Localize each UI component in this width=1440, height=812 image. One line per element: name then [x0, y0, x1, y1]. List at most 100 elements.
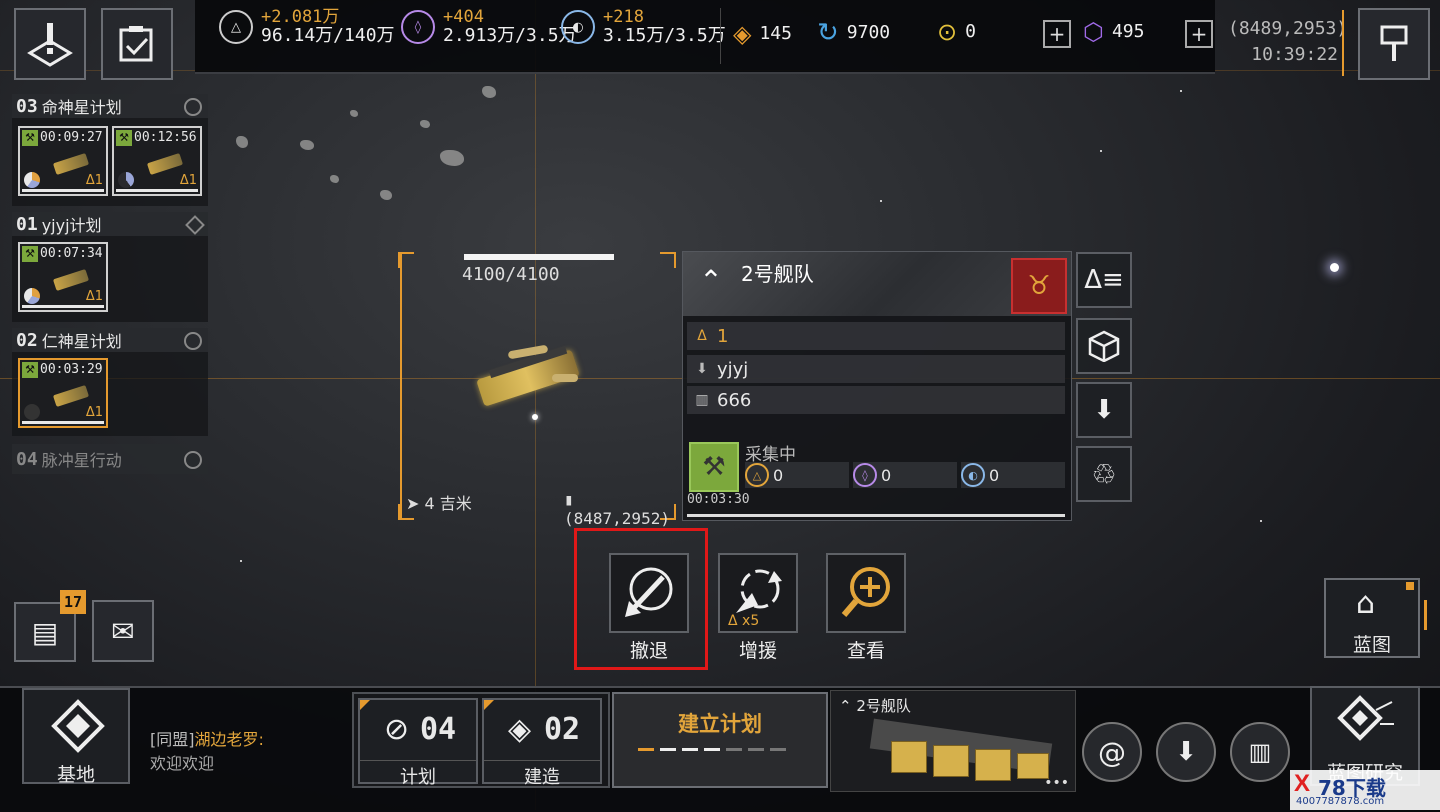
- plan-header-03[interactable]: 03 命神星计划: [12, 94, 208, 118]
- base-icon: [51, 699, 105, 753]
- alert-button[interactable]: [14, 8, 86, 80]
- resource-ore[interactable]: △ +2.081万 96.14万/140万: [219, 8, 395, 46]
- plan-status-icon: [184, 451, 202, 469]
- add-premium-button[interactable]: +: [1185, 20, 1213, 48]
- crystal-icon: ◊: [853, 463, 877, 487]
- chat-preview[interactable]: [同盟]湖边老罗: 欢迎欢迎: [150, 728, 264, 776]
- fleet-level: Δ1: [85, 405, 103, 420]
- mining-icon: ⚒: [22, 130, 38, 146]
- resource-gain: +218: [603, 7, 644, 27]
- resource-amount: 3.15万/3.5万: [603, 25, 726, 46]
- add-tokens-button[interactable]: +: [1043, 20, 1071, 48]
- fleet-formation-button[interactable]: Δ≡: [1076, 252, 1132, 308]
- target-coords[interactable]: ▮ (8487,2952): [564, 490, 676, 528]
- fleet-card[interactable]: ⚒ 00:12:56 Δ1: [112, 126, 202, 196]
- chat-user: 湖边老罗:: [194, 730, 264, 749]
- plans-label: 计划: [360, 760, 476, 789]
- fleet-elapsed: 00:03:30: [687, 492, 750, 507]
- fleet-preview-title: ⌃ 2号舰队: [839, 697, 911, 715]
- retreat-icon: [625, 567, 673, 617]
- plan-status-icon: [185, 215, 205, 235]
- return-icon: ⬇: [1093, 395, 1115, 425]
- fleet-card[interactable]: ⚒ 00:09:27 Δ1: [18, 126, 108, 196]
- bookmark-button[interactable]: [1358, 8, 1430, 80]
- premium-value: 495: [1111, 21, 1145, 42]
- plan-header-04[interactable]: 04 脉冲星行动: [12, 444, 208, 474]
- flag-icon: [1380, 25, 1408, 61]
- resource-gain: +2.081万: [261, 7, 340, 27]
- blueprint-label: 蓝图: [1352, 634, 1391, 656]
- blueprint-button[interactable]: ⌂ 蓝图: [1324, 578, 1420, 658]
- power-icon: ▥: [695, 392, 709, 408]
- fleet-power-row: ▥ 666: [687, 386, 1065, 414]
- fleet-level: Δ1: [85, 289, 103, 304]
- plan-header-01[interactable]: 01 yjyj计划: [12, 212, 208, 236]
- rank-display: ◈ 145: [733, 20, 792, 48]
- mining-status-icon: ⚒: [689, 442, 739, 492]
- fleet-return-button[interactable]: ⬇: [1076, 382, 1132, 438]
- rank-value: 145: [759, 23, 792, 44]
- alliance-button[interactable]: ▥: [1230, 722, 1290, 782]
- fleet-info-panel: ⌃ 2号舰队 ♉ Δ 1 ⬇ yjyj ▥ 666 ⚒ 采集中 △ 0 ◊ 0 …: [682, 251, 1072, 521]
- fleet-owner-row: ⬇ yjyj: [687, 355, 1065, 383]
- checklist-icon: [119, 26, 153, 62]
- reinforce-button[interactable]: Δ x5: [718, 553, 798, 633]
- alert-icon: [27, 23, 73, 67]
- galaxy-button[interactable]: @: [1082, 722, 1142, 782]
- fleet-emblem-icon: ♉: [1011, 258, 1067, 314]
- view-icon: [841, 567, 890, 617]
- galaxy-icon: @: [1098, 735, 1126, 769]
- fleet-cargo-button[interactable]: [1076, 318, 1132, 374]
- fleet-name: 2号舰队: [741, 262, 814, 286]
- report-icon: ▤: [31, 615, 59, 649]
- hp-bar-fill: [464, 254, 614, 260]
- formation-icon: Δ≡: [1084, 265, 1124, 295]
- gather-crystal: ◊ 0: [853, 462, 957, 488]
- target-frame[interactable]: 4100/4100 ➤ 4 吉米 ▮ (8487,2952): [398, 252, 676, 528]
- fleet-power-value: 666: [717, 389, 752, 411]
- resource-pie-icon: [24, 404, 40, 420]
- retreat-button[interactable]: [609, 553, 689, 633]
- base-label: 基地: [56, 764, 95, 786]
- resource-gain: +404: [443, 7, 484, 27]
- resource-crystal[interactable]: ◊ +404 2.913万/3.5万: [401, 8, 577, 46]
- resource-amount: 2.913万/3.5万: [443, 25, 577, 46]
- blueprint-icon: ⌂: [1356, 586, 1376, 621]
- watermark-logo: X 78下载 4007787878.com: [1290, 770, 1440, 810]
- cursor-icon: ➤: [406, 494, 420, 513]
- fleet-preview-card[interactable]: ⌃ 2号舰队 •••: [830, 690, 1076, 792]
- tasks-button[interactable]: [101, 8, 173, 80]
- fleet-card[interactable]: ⚒ 00:07:34 Δ1: [18, 242, 108, 312]
- plan-header-02[interactable]: 02 仁神星计划: [12, 328, 208, 352]
- plan-status-icon: [184, 332, 202, 350]
- owner-icon: ⬇: [696, 361, 708, 377]
- mail-button[interactable]: ✉: [92, 600, 154, 662]
- hp-text: 4100/4100: [462, 264, 560, 285]
- fleet-level-value: 1: [717, 325, 729, 347]
- plan-fleets-03: ⚒ 00:09:27 Δ1 ⚒ 00:12:56 Δ1: [12, 118, 208, 206]
- fleet-progress: [22, 305, 104, 308]
- credits-value: 9700: [846, 22, 891, 43]
- build-button[interactable]: ◈ 02 建造: [482, 698, 602, 788]
- recall-button[interactable]: ⬇: [1156, 722, 1216, 782]
- base-button[interactable]: 基地: [22, 688, 130, 786]
- rank-icon: ◈: [733, 20, 752, 48]
- tokens-value: 0: [965, 21, 976, 42]
- hp-bar: [464, 254, 614, 260]
- ship-thumbnail: [146, 153, 184, 175]
- plans-icon: ⊘: [384, 712, 410, 747]
- fleet-recycle-button[interactable]: ♲: [1076, 446, 1132, 502]
- fleet-card[interactable]: ⚒ 00:03:29 Δ1: [18, 358, 108, 428]
- notification-badge: 17: [60, 590, 86, 614]
- build-icon: ◈: [508, 712, 532, 747]
- premium-icon: ⬡: [1083, 18, 1104, 46]
- fleet-timer: 00:12:56: [134, 130, 197, 145]
- gather-value: 0: [773, 465, 784, 485]
- create-plan-button[interactable]: 建立计划: [612, 692, 828, 788]
- ship-thumbnail: [52, 385, 90, 407]
- view-button[interactable]: [826, 553, 906, 633]
- resource-gas[interactable]: ◐ +218 3.15万/3.5万: [561, 8, 726, 46]
- plans-button[interactable]: ⊘ 04 计划: [358, 698, 478, 788]
- fleet-owner-value: yjyj: [717, 358, 749, 380]
- fleet-level: Δ1: [179, 173, 197, 188]
